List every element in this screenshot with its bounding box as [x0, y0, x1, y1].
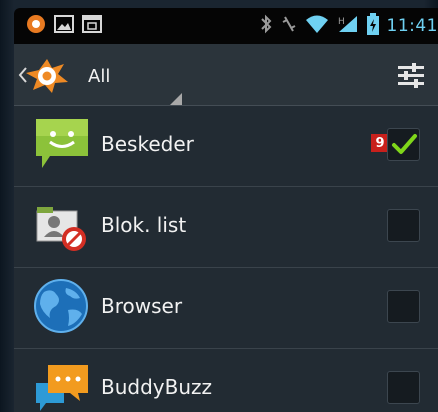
bluetooth-icon	[259, 14, 273, 38]
phone-screen: H 11:41 All Beskeder 9 Blok. list Browse…	[14, 8, 438, 412]
device-frame: H 11:41 All Beskeder 9 Blok. list Browse…	[0, 0, 438, 412]
calendar-icon	[82, 15, 102, 37]
app-name: BuddyBuzz	[101, 375, 213, 399]
app-name: Beskeder	[101, 132, 194, 156]
app-checkbox[interactable]	[387, 371, 420, 404]
messaging-icon	[34, 116, 92, 174]
list-item[interactable]: BuddyBuzz	[14, 349, 438, 412]
app-name: Blok. list	[101, 213, 187, 237]
app-checkbox-checked[interactable]	[387, 128, 420, 161]
signal-icon: H	[337, 14, 359, 38]
app-name: Browser	[101, 294, 183, 318]
list-item[interactable]: Blok. list	[14, 187, 438, 268]
list-item[interactable]: Beskeder 9	[14, 106, 438, 187]
settings-sliders-icon[interactable]	[396, 60, 426, 94]
app-checkbox[interactable]	[387, 290, 420, 323]
wifi-icon	[305, 14, 329, 38]
app-list: Beskeder 9 Blok. list Browser BuddyBuzz	[14, 106, 438, 412]
block-list-icon	[34, 197, 92, 255]
filter-spinner-label[interactable]: All	[88, 66, 110, 87]
action-bar: All	[14, 44, 438, 106]
app-checkbox[interactable]	[387, 209, 420, 242]
status-time: 11:41	[386, 16, 438, 36]
buddybuzz-icon	[34, 359, 92, 412]
browser-globe-icon	[34, 278, 92, 336]
status-bar: H 11:41	[14, 8, 438, 44]
avast-notification-icon	[26, 14, 46, 38]
svg-text:H: H	[338, 17, 345, 27]
avast-logo-icon[interactable]	[24, 56, 70, 98]
battery-icon	[366, 13, 379, 39]
image-icon	[54, 15, 74, 37]
vibrate-icon	[281, 14, 297, 38]
list-item[interactable]: Browser	[14, 268, 438, 349]
